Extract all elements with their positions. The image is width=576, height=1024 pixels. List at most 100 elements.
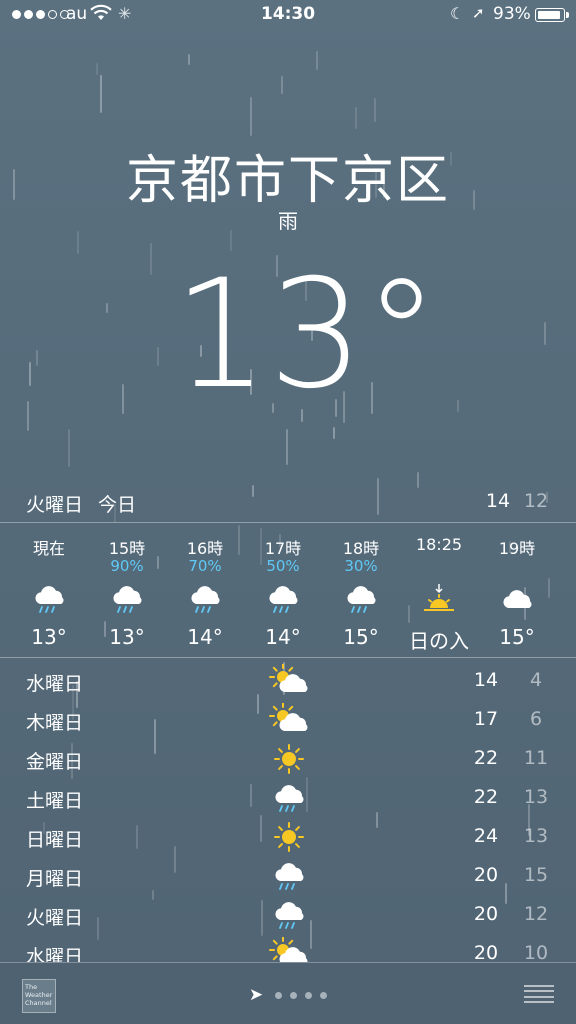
hourly-item: 19時 15°	[478, 535, 556, 654]
city-list-button[interactable]	[524, 985, 554, 1003]
daily-row: 木曜日 17 6	[26, 702, 550, 741]
rain-cloud-icon	[188, 577, 222, 621]
raindrop	[188, 54, 190, 65]
battery-icon	[535, 8, 569, 22]
day-low: 11	[523, 747, 549, 769]
rain-cloud-icon	[269, 858, 309, 894]
clock: 14:30	[260, 4, 316, 24]
partly-sunny-icon	[269, 702, 309, 738]
current-condition: 雨	[278, 209, 298, 233]
daily-row: 火曜日 20 12	[26, 897, 550, 936]
raindrop	[333, 427, 335, 439]
raindrop	[417, 472, 419, 488]
today-low: 12	[523, 490, 549, 512]
rain-cloud-icon	[344, 577, 378, 621]
hour-time: 19時	[498, 539, 536, 558]
daily-row: 日曜日 24 13	[26, 819, 550, 858]
hour-precip-chance: 50%	[266, 557, 300, 575]
hour-time: 15時	[108, 539, 146, 558]
hourly-item: 16時 70% 14°	[166, 535, 244, 654]
today-weekday: 火曜日	[26, 494, 84, 516]
sun-icon	[269, 741, 309, 777]
day-high: 22	[473, 747, 499, 769]
hour-temp: 15°	[499, 625, 535, 649]
raindrop	[286, 429, 288, 465]
raindrop	[281, 76, 283, 94]
day-low: 10	[523, 942, 549, 964]
day-low: 12	[523, 903, 549, 925]
bottom-toolbar: The Weather Channel ➤	[0, 962, 576, 1024]
day-high: 20	[473, 864, 499, 886]
hour-temp: 15°	[343, 625, 379, 649]
hour-temp: 13°	[31, 625, 67, 649]
hourly-item: 18:25 日の入	[400, 535, 478, 654]
current-location-icon: ➤	[248, 985, 264, 1005]
hour-precip-chance: 90%	[110, 557, 144, 575]
rain-cloud-icon	[266, 577, 300, 621]
day-low: 15	[523, 864, 549, 886]
hourly-forecast[interactable]: 現在 13° 15時 90% 13° 16時 70% 14° 17時 50% 1…	[10, 535, 570, 654]
day-high: 20	[473, 903, 499, 925]
hour-temp: 日の入	[409, 629, 469, 653]
day-name: 日曜日	[26, 829, 84, 851]
daily-row: 月曜日 20 15	[26, 858, 550, 897]
page-dot[interactable]	[305, 991, 313, 999]
divider	[0, 522, 576, 523]
page-dot[interactable]	[275, 991, 283, 999]
day-name: 木曜日	[26, 712, 84, 734]
hour-time: 17時	[264, 539, 302, 558]
day-low: 13	[523, 825, 549, 847]
page-dot[interactable]	[320, 991, 328, 999]
hourly-item: 現在 13°	[10, 535, 88, 654]
sun-icon	[269, 819, 309, 855]
daily-row: 水曜日 14 4	[26, 663, 550, 702]
do-not-disturb-icon: ☾	[450, 4, 465, 23]
hourly-item: 15時 90% 13°	[88, 535, 166, 654]
day-name: 金曜日	[26, 751, 84, 773]
day-low: 6	[529, 708, 543, 730]
day-name: 土曜日	[26, 790, 84, 812]
day-name: 水曜日	[26, 673, 84, 695]
hour-time: 18:25	[415, 535, 463, 554]
today-high: 14	[485, 490, 511, 512]
day-name: 月曜日	[26, 868, 84, 890]
hour-precip-chance: 30%	[344, 557, 378, 575]
hour-time: 現在	[32, 539, 65, 558]
page-dot[interactable]	[290, 991, 298, 999]
day-low: 4	[529, 669, 543, 691]
rain-cloud-icon	[32, 577, 66, 621]
day-low: 13	[523, 786, 549, 808]
hourly-item: 17時 50% 14°	[244, 535, 322, 654]
hour-time: 18時	[342, 539, 380, 558]
day-high: 24	[473, 825, 499, 847]
location-services-icon: ➚	[472, 4, 485, 22]
daily-row: 金曜日 22 11	[26, 741, 550, 780]
daily-row: 土曜日 22 13	[26, 780, 550, 819]
page-indicator[interactable]: ➤	[0, 985, 576, 1005]
hour-temp: 14°	[265, 625, 301, 649]
city-name: 京都市下京区	[125, 151, 450, 211]
raindrop	[250, 97, 252, 136]
rain-cloud-icon	[269, 780, 309, 816]
raindrop	[316, 51, 318, 70]
current-temperature: 13°	[173, 248, 439, 422]
daily-forecast[interactable]: 水曜日 14 4 木曜日 17 6 金曜日 22 11 土曜日 22 13 日曜…	[26, 663, 550, 975]
partly-sunny-icon	[269, 663, 309, 699]
cloud-icon	[500, 577, 534, 621]
day-high: 17	[473, 708, 499, 730]
hourly-item: 18時 30% 15°	[322, 535, 400, 654]
hour-temp: 14°	[187, 625, 223, 649]
day-high: 20	[473, 942, 499, 964]
raindrop	[100, 75, 102, 113]
day-high: 14	[473, 669, 499, 691]
rain-cloud-icon	[110, 577, 144, 621]
raindrop	[374, 98, 376, 122]
hour-time: 16時	[186, 539, 224, 558]
hour-precip-chance: 70%	[188, 557, 222, 575]
divider	[0, 657, 576, 658]
battery-percentage: 93%	[493, 4, 531, 24]
raindrop	[68, 429, 70, 467]
today-label: 今日	[98, 494, 137, 516]
raindrop	[96, 63, 98, 75]
rain-cloud-icon	[269, 897, 309, 933]
